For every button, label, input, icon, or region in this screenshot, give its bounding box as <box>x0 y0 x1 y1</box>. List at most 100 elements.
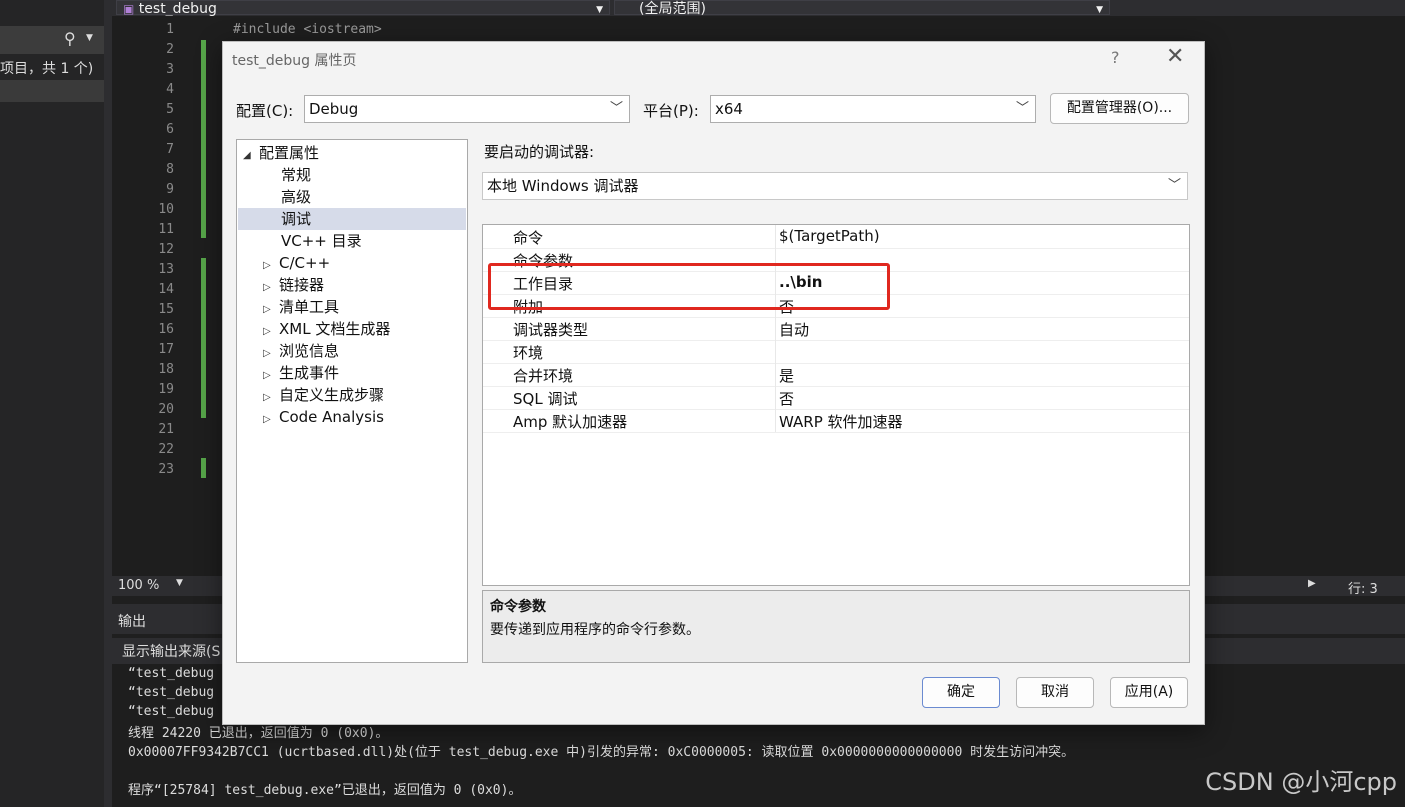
platform-select[interactable]: x64 ﹀ <box>710 95 1036 123</box>
collapsed-triangle-icon[interactable]: ▷ <box>263 409 279 431</box>
property-row[interactable]: 命令 $(TargetPath) <box>483 225 1189 249</box>
change-marker <box>201 258 206 418</box>
tree-item-label: 常规 <box>281 166 312 184</box>
line-number: 20 <box>158 402 174 417</box>
line-number-gutter: 1 2 3 4 5 6 7 8 9 10 11 12 13 14 15 16 17 18 19 20 21 22 23 <box>134 20 184 480</box>
output-title: 输出 <box>118 614 146 630</box>
tree-item[interactable]: 常规 <box>281 164 311 186</box>
chevron-down-icon[interactable]: ▼ <box>86 33 93 43</box>
property-value[interactable]: 自动 <box>779 319 809 340</box>
property-value[interactable]: 是 <box>779 365 794 386</box>
solution-selected-row[interactable] <box>0 80 104 102</box>
property-row[interactable]: SQL 调试 否 <box>483 386 1189 410</box>
tree-item[interactable]: ▷ C/C++ <box>263 252 330 274</box>
line-number: 18 <box>158 362 174 377</box>
config-select-value: Debug <box>309 100 359 118</box>
column-divider <box>775 340 776 363</box>
tree-item[interactable]: ▷ 浏览信息 <box>263 340 339 362</box>
tree-item-label: C/C++ <box>279 254 331 272</box>
column-divider <box>775 409 776 432</box>
tree-item[interactable]: ▷ XML 文档生成器 <box>263 318 390 340</box>
tree-root[interactable]: ◢ 配置属性 <box>243 142 319 164</box>
scope-combo[interactable]: (全局范围) ▼ <box>614 0 1110 17</box>
tree-item[interactable]: 调试 <box>281 208 311 230</box>
line-number: 12 <box>158 242 174 257</box>
solution-search-box[interactable]: ⚲ ▼ <box>0 26 104 54</box>
platform-label: 平台(P): <box>643 102 699 120</box>
property-name: 环境 <box>513 344 544 362</box>
debugger-select[interactable]: 本地 Windows 调试器 ﹀ <box>482 172 1188 200</box>
tree-item-label: 清单工具 <box>279 298 340 316</box>
column-divider <box>775 386 776 409</box>
line-indicator: 行: 3 <box>1348 582 1378 597</box>
scroll-right-icon[interactable]: ▶ <box>1308 578 1316 589</box>
column-divider <box>775 363 776 386</box>
output-line: 0x00007FF9342B7CC1 (ucrtbased.dll)处(位于 t… <box>128 745 1075 760</box>
platform-select-value: x64 <box>715 100 743 118</box>
output-line: “test_debug <box>128 704 215 719</box>
property-row[interactable]: 合并环境 是 <box>483 363 1189 387</box>
tree-item[interactable]: VC++ 目录 <box>281 230 362 252</box>
line-number: 15 <box>158 302 174 317</box>
line-number: 17 <box>158 342 174 357</box>
property-row[interactable]: 环境 <box>483 340 1189 364</box>
line-number: 14 <box>158 282 174 297</box>
property-name: 命令 <box>513 229 544 247</box>
splitter[interactable] <box>104 0 112 807</box>
tree-item[interactable]: ▷ 生成事件 <box>263 362 339 384</box>
line-number: 7 <box>166 142 174 157</box>
property-name: 调试器类型 <box>513 321 589 339</box>
dialog-title: test_debug 属性页 <box>232 53 357 69</box>
line-number: 1 <box>166 22 174 37</box>
property-name: Amp 默认加速器 <box>513 413 628 431</box>
help-button[interactable]: ? <box>1111 48 1120 67</box>
solution-explorer-panel <box>0 0 104 807</box>
config-manager-button[interactable]: 配置管理器(O)... <box>1050 93 1189 124</box>
solution-label: 项目，共 1 个) <box>0 61 94 77</box>
close-button[interactable]: ✕ <box>1166 44 1184 69</box>
line-number: 8 <box>166 162 174 177</box>
chevron-down-icon: ﹀ <box>1015 101 1029 116</box>
change-marker <box>201 458 206 478</box>
tree-item-label: 链接器 <box>279 276 325 294</box>
document-combo[interactable]: ▣ test_debug ▼ <box>116 0 610 17</box>
cancel-button[interactable]: 取消 <box>1016 677 1094 708</box>
tree-item[interactable]: ▷ 链接器 <box>263 274 324 296</box>
tree-item-label: Code Analysis <box>279 408 384 426</box>
line-number: 21 <box>158 422 174 437</box>
property-value[interactable]: WARP 软件加速器 <box>779 411 903 432</box>
description-title: 命令参数 <box>490 599 546 615</box>
property-value[interactable]: 否 <box>779 388 794 409</box>
line-number: 19 <box>158 382 174 397</box>
line-number: 9 <box>166 182 174 197</box>
tree-item[interactable]: ▷ Code Analysis <box>263 406 384 428</box>
expanded-triangle-icon[interactable]: ◢ <box>243 145 259 167</box>
property-value[interactable]: $(TargetPath) <box>779 227 880 245</box>
tree-item[interactable]: ▷ 清单工具 <box>263 296 339 318</box>
tree-root-label: 配置属性 <box>259 144 320 162</box>
ok-button[interactable]: 确定 <box>922 677 1000 708</box>
description-panel: 命令参数 要传递到应用程序的命令行参数。 <box>482 590 1190 663</box>
chevron-down-icon: ﹀ <box>609 101 623 116</box>
zoom-level[interactable]: 100 % <box>118 578 159 593</box>
chevron-down-icon[interactable]: ▼ <box>176 578 183 588</box>
tree-item-label: 生成事件 <box>279 364 340 382</box>
line-number: 6 <box>166 122 174 137</box>
tree-item[interactable]: ▷ 自定义生成步骤 <box>263 384 384 406</box>
watermark: CSDN @小河cpp <box>1205 768 1397 796</box>
line-number: 16 <box>158 322 174 337</box>
project-icon: ▣ <box>123 2 135 16</box>
line-number: 23 <box>158 462 174 477</box>
line-number: 4 <box>166 82 174 97</box>
property-tree[interactable]: ◢ 配置属性 常规 高级 调试 VC++ 目录 ▷ C/C++ ▷ 链接器 ▷ 清单工具 ▷ XML 文… <box>236 139 468 663</box>
property-row[interactable]: 调试器类型 自动 <box>483 317 1189 341</box>
change-marker <box>201 40 206 238</box>
property-row[interactable]: Amp 默认加速器 WARP 软件加速器 <box>483 409 1189 433</box>
config-select[interactable]: Debug ﹀ <box>304 95 630 123</box>
apply-button[interactable]: 应用(A) <box>1110 677 1188 708</box>
search-icon[interactable]: ⚲ <box>64 29 76 48</box>
tree-item[interactable]: 高级 <box>281 186 311 208</box>
line-number: 5 <box>166 102 174 117</box>
property-name: SQL 调试 <box>513 390 578 408</box>
tree-item-label: VC++ 目录 <box>281 232 362 250</box>
